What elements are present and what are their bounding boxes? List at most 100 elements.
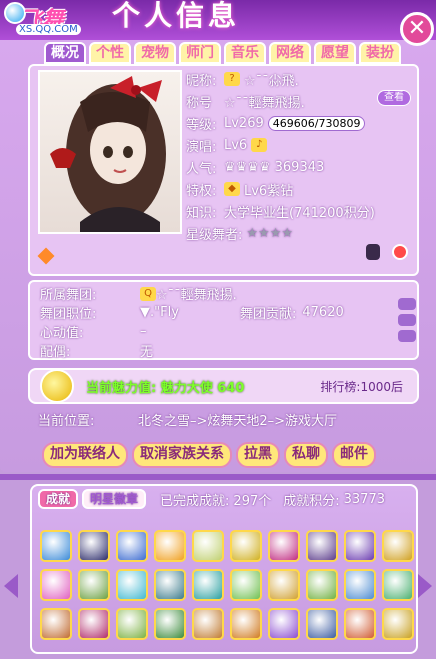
score-label: 成就积分: <box>283 493 340 509</box>
achievement-badge-icon[interactable] <box>116 608 148 640</box>
score-value: 33773 <box>343 491 385 507</box>
achievement-badge-icon[interactable] <box>78 569 110 601</box>
achievement-badge-icon[interactable] <box>306 608 338 640</box>
logo-domain: XS.QQ.COM <box>16 24 81 35</box>
heartbeat-value: – <box>140 324 147 339</box>
tab-personality[interactable]: 个性 <box>89 42 131 64</box>
message-icon[interactable] <box>398 314 416 326</box>
achievement-badge-icon[interactable] <box>344 530 376 562</box>
achievement-badge-icon[interactable] <box>306 530 338 562</box>
private-chat-button[interactable]: 私聊 <box>284 442 328 468</box>
troupe-label: 所属舞团: <box>40 288 97 303</box>
charm-coin-icon <box>40 369 74 403</box>
tab-wish[interactable]: 愿望 <box>314 42 356 64</box>
tab-music[interactable]: 音乐 <box>224 42 266 64</box>
game-logo: 飞舞 XS.QQ.COM <box>4 0 96 38</box>
achievement-badge-icon[interactable] <box>192 608 224 640</box>
achievement-badge-icon[interactable] <box>154 569 186 601</box>
achievement-badge-icon[interactable] <box>230 569 262 601</box>
action-buttons: 加为联络人 取消家族关系 拉黑 私聊 邮件 <box>42 442 376 468</box>
troupe-value[interactable]: ☆¯¯輕舞飛揚. <box>156 284 237 303</box>
view-title-button[interactable]: 查看 <box>377 90 411 106</box>
troupe-badge-icon: Q <box>140 286 156 301</box>
mail-button[interactable]: 邮件 <box>332 442 376 468</box>
done-label: 已完成成就: <box>160 493 230 509</box>
knowledge-value: 大学毕业生(741200积分) <box>224 205 375 221</box>
qq-icon[interactable] <box>392 244 408 260</box>
nickname-value: ☆¯¯尛飛. <box>244 73 299 89</box>
achievement-badge-icon[interactable] <box>344 569 376 601</box>
achievement-badge-icon[interactable] <box>192 569 224 601</box>
achievement-badge-icon[interactable] <box>78 530 110 562</box>
contribution-value: 47620 <box>302 305 344 320</box>
vip-badge-icon: ? <box>224 72 240 86</box>
tab-overview[interactable]: 概况 <box>44 42 86 64</box>
gift-icon[interactable] <box>398 330 416 342</box>
level-value: Lv269 <box>224 115 264 131</box>
heartbeat-label: 心动值: <box>40 326 84 341</box>
achievement-badge-icon[interactable] <box>78 608 110 640</box>
crown-icons: ♛♛♛♛ <box>224 159 271 175</box>
block-button[interactable]: 拉黑 <box>236 442 280 468</box>
user-icon[interactable] <box>366 244 380 260</box>
achievement-badge-icon[interactable] <box>154 530 186 562</box>
role-label: 舞团职位: <box>40 307 97 322</box>
music-badge-icon: ♪ <box>251 138 268 152</box>
page-title: 个人信息 <box>112 0 241 32</box>
charm-value: 当前魅力值: 魅力大使 640 <box>86 380 245 396</box>
header-bar: 飞舞 XS.QQ.COM 个人信息 <box>0 0 436 40</box>
achievement-badge-icon[interactable] <box>40 608 72 640</box>
next-page-icon[interactable] <box>418 574 432 598</box>
avatar-illustration <box>50 76 166 232</box>
achievement-badge-icon[interactable] <box>40 569 72 601</box>
achievement-badge-icon[interactable] <box>230 608 262 640</box>
level-label: 等级: <box>186 117 217 133</box>
sing-value: Lv6 <box>224 137 248 153</box>
achievement-badge-icon[interactable] <box>40 530 72 562</box>
achievement-badge-icon[interactable] <box>382 608 414 640</box>
add-contact-button[interactable]: 加为联络人 <box>42 442 128 468</box>
cancel-family-button[interactable]: 取消家族关系 <box>132 442 232 468</box>
achievement-badge-icon[interactable] <box>116 530 148 562</box>
done-value: 297个 <box>233 493 272 509</box>
popularity-value: 369343 <box>274 159 325 175</box>
troupe-section: 所属舞团: Q ☆¯¯輕舞飛揚. 舞团职位: ▼."Fly 舞团贡献: 47620 心动值… <box>28 280 419 360</box>
prev-page-icon[interactable] <box>4 574 18 598</box>
diamond-badge-icon: ◆ <box>224 182 240 196</box>
rank-text[interactable]: 排行榜:1000后 <box>320 378 403 395</box>
spouse-value: 无 <box>140 345 154 360</box>
profile-content: 昵称:? ☆¯¯尛飛. 称号 ☆¯¯輕舞飛揚. 等级: Lv269 469606/730… <box>28 64 419 276</box>
sing-label: 演唱: <box>186 139 217 155</box>
achievement-badge-icon[interactable] <box>344 608 376 640</box>
achievement-badge-icon[interactable] <box>230 530 262 562</box>
contribution-label: 舞团贡献: <box>240 307 297 322</box>
chat-icon[interactable] <box>398 298 416 310</box>
location-row: 当前位置: 北冬之雪–>炫舞天地2–>游戏大厅 <box>28 408 419 430</box>
tab-outfit[interactable]: 装扮 <box>359 42 401 64</box>
popularity-label: 人气: <box>186 161 217 177</box>
achievement-badge-icon[interactable] <box>154 608 186 640</box>
nickname-label: 昵称: <box>186 73 217 89</box>
achievement-badge-icon[interactable] <box>116 569 148 601</box>
title-value: ☆¯¯輕舞飛揚. <box>224 95 305 111</box>
diamond-icon[interactable] <box>37 247 55 265</box>
achievement-grid <box>40 530 414 640</box>
knowledge-label: 知识: <box>186 205 217 221</box>
tab-star-badges[interactable]: 明星徽章 <box>82 489 147 509</box>
tab-master[interactable]: 师门 <box>179 42 221 64</box>
achievement-badge-icon[interactable] <box>192 530 224 562</box>
tab-network[interactable]: 网络 <box>269 42 311 64</box>
achievement-badge-icon[interactable] <box>382 530 414 562</box>
achievement-badge-icon[interactable] <box>382 569 414 601</box>
achievement-badge-icon[interactable] <box>268 569 300 601</box>
tab-bar: 概况 个性 宠物 师门 音乐 网络 愿望 装扮 <box>44 42 401 64</box>
close-icon[interactable]: ✕ <box>400 12 434 46</box>
avatar <box>38 70 182 234</box>
achievement-badge-icon[interactable] <box>306 569 338 601</box>
location-label: 当前位置: <box>38 413 95 429</box>
star-dancer-label: 星级舞者: <box>186 227 243 243</box>
achievement-badge-icon[interactable] <box>268 608 300 640</box>
tab-achievements[interactable]: 成就 <box>38 489 79 509</box>
tab-pet[interactable]: 宠物 <box>134 42 176 64</box>
achievement-badge-icon[interactable] <box>268 530 300 562</box>
